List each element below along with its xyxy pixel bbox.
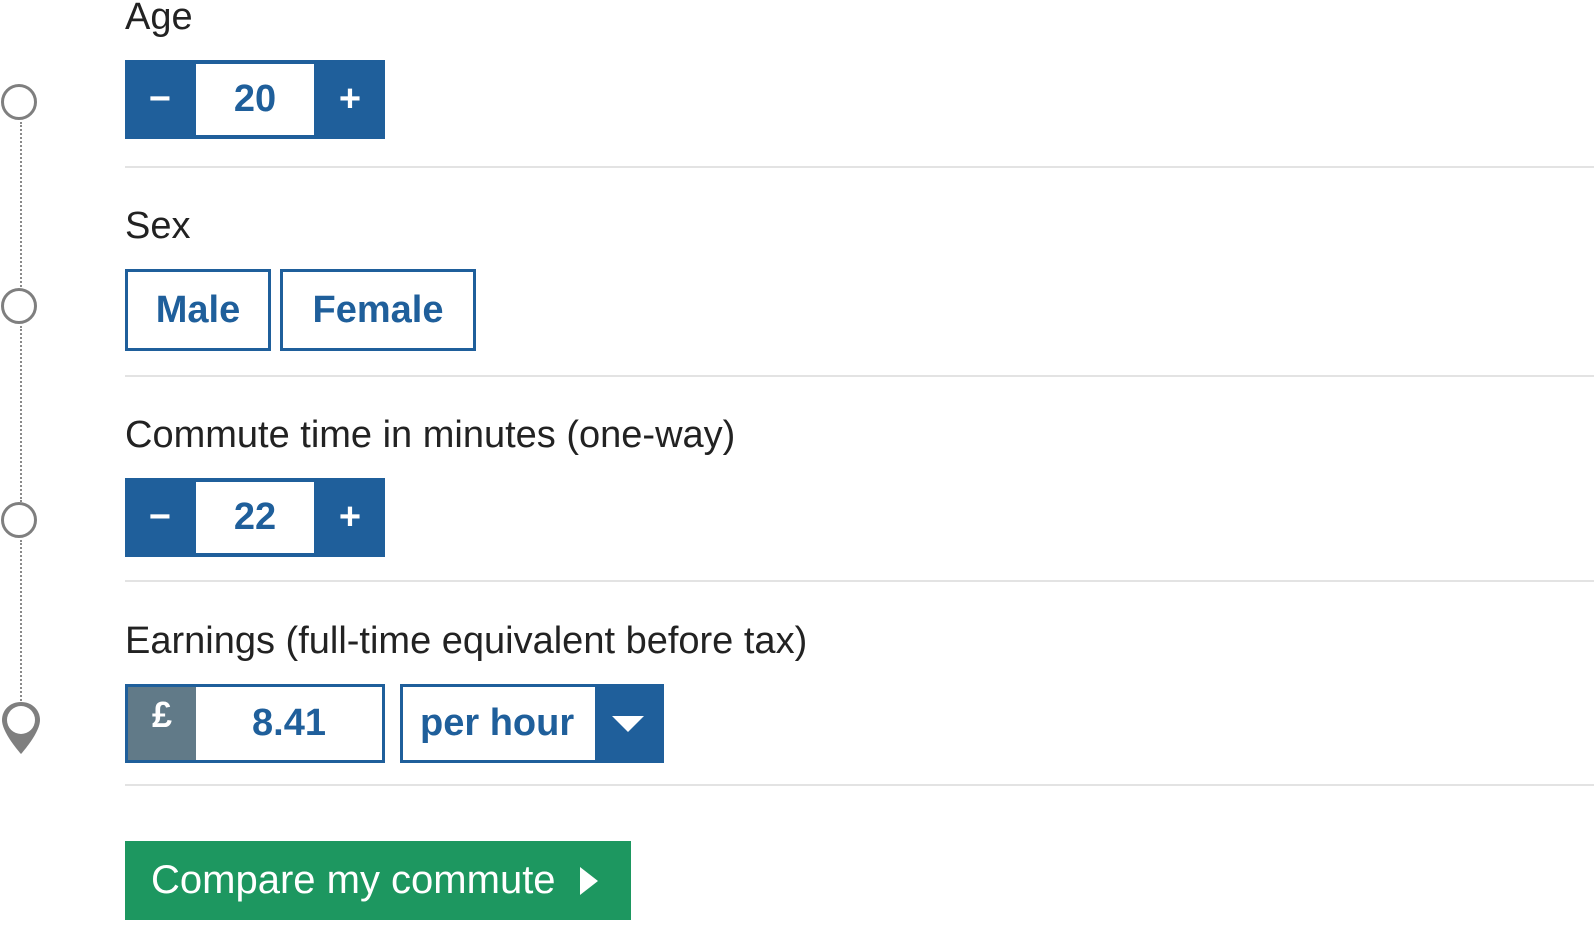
currency-symbol: £ (128, 687, 196, 760)
dropdown-toggle[interactable] (595, 687, 661, 760)
female-button[interactable]: Female (280, 269, 476, 351)
commute-stepper: − 22 + (125, 478, 385, 557)
timeline-step-circle-icon (1, 502, 37, 538)
sex-label: Sex (125, 205, 191, 247)
age-increment-button[interactable]: + (315, 60, 385, 139)
divider (125, 166, 1594, 168)
divider (125, 580, 1594, 582)
compare-commute-label: Compare my commute (151, 858, 556, 902)
age-stepper: − 20 + (125, 60, 385, 139)
commute-decrement-button[interactable]: − (125, 478, 195, 557)
age-label: Age (125, 0, 193, 38)
map-pin-icon (2, 702, 40, 754)
timeline-step-circle-icon (1, 288, 37, 324)
timeline-step-circle-icon (1, 84, 37, 120)
age-value[interactable]: 20 (196, 64, 314, 135)
timeline-line (20, 326, 22, 502)
commute-value[interactable]: 22 (196, 482, 314, 553)
earnings-input-group: £ 8.41 (125, 684, 385, 763)
divider (125, 375, 1594, 377)
divider (125, 784, 1594, 786)
timeline-line (20, 540, 22, 705)
earnings-period-select[interactable]: per hour (400, 684, 664, 763)
earnings-label: Earnings (full-time equivalent before ta… (125, 620, 808, 662)
chevron-down-icon (612, 715, 644, 732)
timeline-line (20, 122, 22, 287)
commute-label: Commute time in minutes (one-way) (125, 414, 736, 456)
earnings-period-value: per hour (420, 702, 575, 744)
age-decrement-button[interactable]: − (125, 60, 195, 139)
compare-commute-button[interactable]: Compare my commute (125, 841, 631, 920)
arrow-right-icon (579, 866, 598, 895)
male-button[interactable]: Male (125, 269, 271, 351)
earnings-amount-input[interactable]: 8.41 (196, 687, 382, 760)
commute-increment-button[interactable]: + (315, 478, 385, 557)
